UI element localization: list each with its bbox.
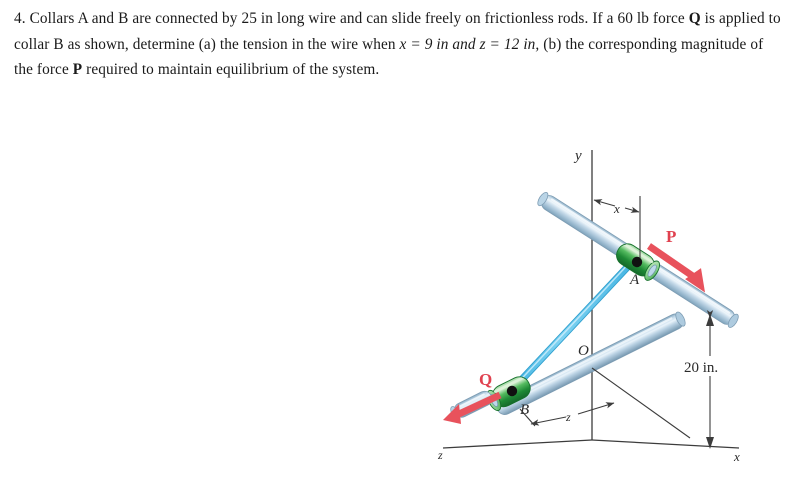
problem-text-part-1: 4. Collars A and B are connected by 25 i…	[14, 10, 689, 27]
problem-text-part-4: required to maintain equilibrium of the …	[82, 61, 380, 78]
x-axis-line	[591, 439, 740, 449]
dimension-height-label: 20 in.	[684, 360, 718, 376]
dimension-x-label: x	[613, 201, 620, 216]
given-values-inline: x = 9 in and z = 12 in,	[399, 35, 540, 53]
dimension-height: 20 in.	[682, 310, 744, 449]
axis-y-label: y	[573, 148, 582, 164]
force-p-inline-symbol: P	[72, 61, 83, 78]
axis-x-label: x	[733, 449, 740, 464]
z-axis-line	[442, 439, 593, 449]
force-q-inline-symbol: Q	[688, 10, 701, 27]
point-b-dot	[506, 385, 518, 397]
dimension-z-label: z	[565, 410, 571, 424]
problem-statement: 4. Collars A and B are connected by 25 i…	[14, 6, 786, 83]
force-q-label: Q	[479, 370, 492, 389]
problem-page: 4. Collars A and B are connected by 25 i…	[0, 0, 803, 503]
rod-projection-leader	[591, 367, 691, 439]
axis-z-label: z	[437, 448, 443, 462]
point-a-dot	[631, 256, 643, 268]
mechanics-figure: y x z O A B P Q x z 20 in.	[0, 118, 803, 503]
collar-a-label: A	[629, 272, 640, 288]
force-p-label: P	[666, 227, 676, 246]
